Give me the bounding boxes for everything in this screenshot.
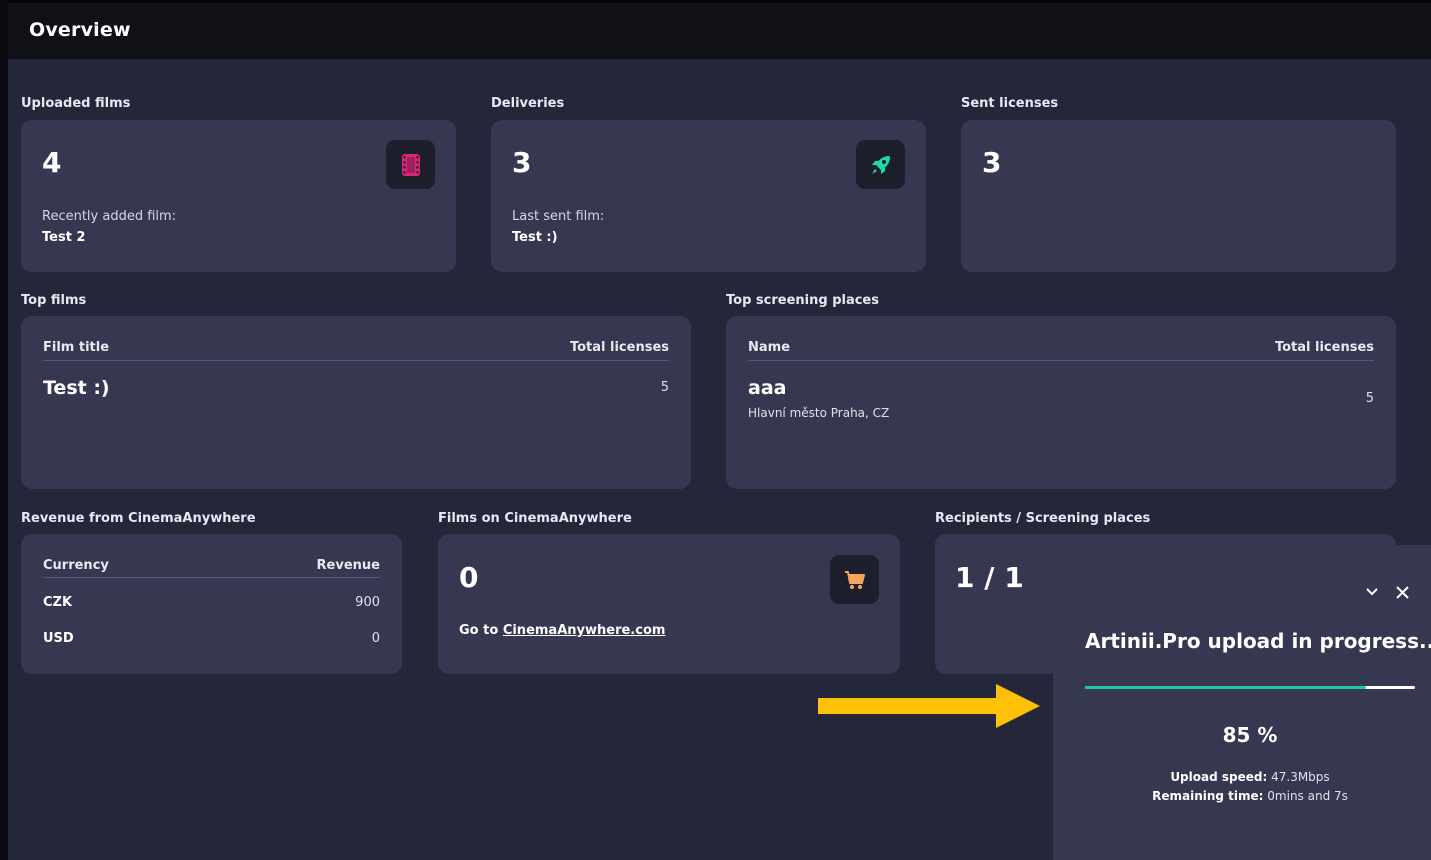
revenue-cell: 0 [371,631,380,646]
chevron-down-icon [1366,588,1378,596]
films-ca-label: Films on CinemaAnywhere [438,511,632,526]
deliveries-card: 3 Last sent film: Test :) [491,120,926,272]
table-divider [43,577,380,578]
top-films-card: Film title Total licenses Test :) 5 [21,316,691,489]
table-divider [43,360,669,361]
top-places-card: Name Total licenses aaa Hlavní město Pra… [726,316,1396,489]
col-film-title: Film title [43,340,110,355]
table-divider [748,360,1374,361]
rocket-icon-box [856,140,905,189]
deliveries-label: Deliveries [491,96,565,111]
last-sent-value[interactable]: Test :) [512,230,558,245]
top-bar: Overview [8,0,1431,59]
films-ca-count: 0 [459,561,479,594]
page-title: Overview [29,19,131,41]
upload-progress-fill [1085,686,1366,689]
link-prefix: Go to [459,623,503,638]
upload-speed: Upload speed: 47.3Mbps [1053,770,1431,784]
sent-licenses-card: 3 [961,120,1396,272]
upload-percent: 85 % [1222,723,1278,747]
film-licenses-cell: 5 [660,380,669,395]
place-name-cell[interactable]: aaa [748,377,786,399]
upload-title: Artinii.Pro upload in progress... [1085,629,1431,653]
recipients-count: 1 / 1 [955,561,1024,594]
film-icon-box [386,140,435,189]
film-icon [401,153,420,176]
uploaded-films-card: 4 Recently added film: Test 2 [21,120,456,272]
top-places-label: Top screening places [726,293,879,308]
rocket-icon [871,155,890,174]
recent-film-value[interactable]: Test 2 [42,230,85,245]
place-location-cell: Hlavní město Praha, CZ [748,406,890,420]
recent-film-label: Recently added film: [42,209,177,224]
uploaded-films-count: 4 [42,146,62,179]
col-total-licenses: Total licenses [1274,340,1374,355]
link-text[interactable]: CinemaAnywhere.com [503,623,666,638]
collapse-button[interactable] [1365,585,1379,602]
cart-icon-box [830,555,879,604]
currency-cell: USD [43,631,74,646]
deliveries-count: 3 [512,146,532,179]
upload-progress-panel: Artinii.Pro upload in progress... 85 % U… [1053,545,1431,860]
col-revenue: Revenue [316,558,380,573]
revenue-card: Currency Revenue CZK 900 USD 0 [21,534,402,674]
remaining-time-label: Remaining time: [1152,789,1264,803]
revenue-cell: 900 [355,595,380,610]
remaining-time-value: 0mins and 7s [1267,789,1348,803]
last-sent-label: Last sent film: [512,209,605,224]
upload-speed-label: Upload speed: [1170,770,1268,784]
arrow-annotation-icon [818,684,1040,728]
place-licenses-cell: 5 [1365,391,1374,406]
film-title-cell[interactable]: Test :) [43,377,110,399]
sent-licenses-count: 3 [982,146,1002,179]
upload-speed-value: 47.3Mbps [1271,770,1330,784]
close-button[interactable] [1395,585,1410,603]
top-films-label: Top films [21,293,87,308]
col-currency: Currency [43,558,109,573]
uploaded-films-label: Uploaded films [21,96,131,111]
remaining-time: Remaining time: 0mins and 7s [1053,789,1431,803]
upload-progress-bar [1085,686,1415,689]
col-name: Name [748,340,791,355]
col-total-licenses: Total licenses [569,340,669,355]
currency-cell: CZK [43,595,73,610]
recipients-label: Recipients / Screening places [935,511,1151,526]
revenue-label: Revenue from CinemaAnywhere [21,511,256,526]
cinemaanywhere-link[interactable]: Go to CinemaAnywhere.com [459,623,665,638]
sent-licenses-label: Sent licenses [961,96,1059,111]
cart-icon [844,570,865,589]
close-icon [1396,586,1409,599]
films-ca-card: 0 Go to CinemaAnywhere.com [438,534,900,674]
app-frame: Overview Uploaded films Deliveries Sent … [0,0,1431,860]
